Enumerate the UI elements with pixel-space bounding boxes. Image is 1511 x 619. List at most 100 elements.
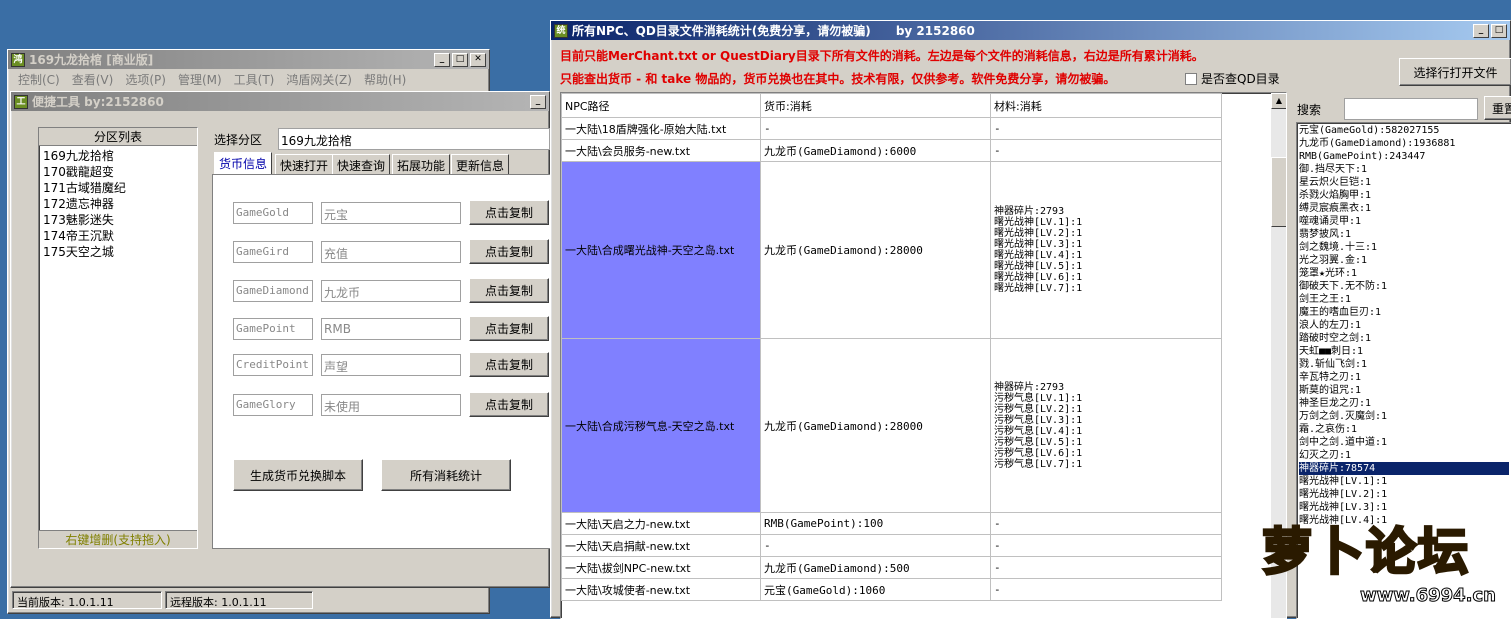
reset-button[interactable]: 重置 — [1484, 96, 1511, 120]
currency-code-field[interactable]: GamePoint — [233, 318, 313, 340]
totals-item[interactable]: 星云炽火巨铠:1 — [1299, 176, 1509, 189]
menu-gateway[interactable]: 鸿盾网关(Z) — [280, 71, 358, 88]
all-stats-button[interactable]: 所有消耗统计 — [381, 459, 511, 491]
currency-code-field[interactable]: GameDiamond — [233, 280, 313, 302]
currency-cell[interactable]: 元宝(GameGold):1060 — [760, 578, 991, 601]
totals-item[interactable]: 笼罩★光环:1 — [1299, 267, 1509, 280]
stats-title-bar[interactable]: 统 所有NPC、QD目录文件消耗统计(免费分享，请勿被骗) by 2152860… — [551, 21, 1510, 40]
close-button[interactable]: ✕ — [470, 52, 486, 67]
currency-name-field[interactable]: RMB — [321, 318, 461, 340]
partition-item[interactable]: 172遗忘神器 — [43, 196, 193, 212]
materials-cell[interactable]: - — [990, 117, 1222, 140]
table-row[interactable]: 一大陆\攻城使者-new.txt 元宝(GameGold):1060 - — [561, 578, 1222, 601]
materials-cell[interactable]: 神器碎片:2793 污秽气息[LV.1]:1 污秽气息[LV.2]:1 污秽气息… — [990, 338, 1222, 513]
copy-button[interactable]: 点击复制 — [469, 239, 549, 264]
menu-tools[interactable]: 工具(T) — [228, 71, 281, 88]
totals-item[interactable]: 御破天下.无不防:1 — [1299, 280, 1509, 293]
currency-name-field[interactable]: 九龙币 — [321, 280, 461, 302]
maximize-button[interactable]: □ — [452, 52, 468, 67]
stats-maximize-button[interactable]: □ — [1491, 23, 1507, 38]
totals-item[interactable]: 九龙币(GameDiamond):1936881 — [1299, 137, 1509, 150]
currency-code-field[interactable]: GameGird — [233, 241, 313, 263]
menu-options[interactable]: 选项(P) — [119, 71, 172, 88]
currency-cell[interactable]: 九龙币(GameDiamond):6000 — [760, 139, 991, 162]
totals-item[interactable]: 魔王的嗜血巨刃:1 — [1299, 306, 1509, 319]
currency-name-field[interactable]: 充值 — [321, 241, 461, 263]
currency-cell[interactable]: - — [760, 117, 991, 140]
menu-manage[interactable]: 管理(M) — [172, 71, 228, 88]
partition-item[interactable]: 169九龙拾棺 — [43, 148, 193, 164]
table-row[interactable]: 一大陆\拔剑NPC-new.txt 九龙币(GameDiamond):500 - — [561, 556, 1222, 579]
tab-updates[interactable]: 更新信息 — [451, 154, 510, 174]
copy-button[interactable]: 点击复制 — [469, 200, 549, 225]
currency-name-field[interactable]: 声望 — [321, 354, 461, 376]
totals-item[interactable]: RMB(GamePoint):243447 — [1299, 150, 1509, 163]
column-header[interactable]: 材料:消耗 — [990, 93, 1222, 118]
totals-item[interactable]: 噬魂诵灵甲:1 — [1299, 215, 1509, 228]
currency-cell[interactable]: 九龙币(GameDiamond):28000 — [760, 161, 991, 339]
materials-cell[interactable]: - — [990, 139, 1222, 162]
npc-path-cell[interactable]: 一大陆\合成污秽气息-天空之岛.txt — [561, 338, 761, 513]
stats-minimize-button[interactable]: _ — [1473, 23, 1489, 38]
table-row[interactable]: 一大陆\18盾牌强化-原始大陆.txt - - — [561, 117, 1222, 140]
generate-script-button[interactable]: 生成货币兑换脚本 — [233, 459, 363, 491]
totals-item[interactable]: 斯莫的诅咒:1 — [1299, 384, 1509, 397]
totals-item[interactable]: 踏破时空之剑:1 — [1299, 332, 1509, 345]
totals-item[interactable]: 神器碎片:78574 — [1299, 462, 1509, 475]
partition-item[interactable]: 175天空之城 — [43, 244, 193, 260]
totals-item[interactable]: 御.挡尽天下:1 — [1299, 163, 1509, 176]
npc-path-cell[interactable]: 一大陆\攻城使者-new.txt — [561, 578, 761, 601]
npc-path-cell[interactable]: 一大陆\合成曙光战神-天空之岛.txt — [561, 161, 761, 339]
tab-currency-info[interactable]: 货币信息 — [214, 152, 273, 174]
scroll-thumb[interactable] — [1271, 157, 1286, 227]
copy-button[interactable]: 点击复制 — [469, 392, 549, 417]
npc-path-cell[interactable]: 一大陆\会员服务-new.txt — [561, 139, 761, 162]
tab-quick-query[interactable]: 快速查询 — [332, 154, 391, 174]
menu-view[interactable]: 查看(V) — [66, 71, 120, 88]
copy-button[interactable]: 点击复制 — [469, 278, 549, 303]
open-file-button[interactable]: 选择行打开文件 — [1399, 58, 1511, 86]
partition-item[interactable]: 173魅影迷失 — [43, 212, 193, 228]
totals-item[interactable]: 剑王之王:1 — [1299, 293, 1509, 306]
currency-cell[interactable]: 九龙币(GameDiamond):28000 — [760, 338, 991, 513]
materials-cell[interactable]: - — [990, 578, 1222, 601]
minimize-button[interactable]: _ — [434, 52, 450, 67]
totals-item[interactable]: 剑之魏境.十三:1 — [1299, 241, 1509, 254]
tools-minimize-button[interactable]: _ — [530, 94, 546, 109]
totals-item[interactable]: 万剑之剑.灭魔剑:1 — [1299, 410, 1509, 423]
totals-item[interactable]: 霜.之哀伤:1 — [1299, 423, 1509, 436]
currency-name-field[interactable]: 未使用 — [321, 394, 461, 416]
partition-item[interactable]: 174帝王沉默 — [43, 228, 193, 244]
totals-item[interactable]: 曙光战神[LV.2]:1 — [1299, 488, 1509, 501]
totals-item[interactable]: 曙光战神[LV.3]:1 — [1299, 501, 1509, 514]
select-partition-input[interactable]: 169九龙拾棺 — [278, 128, 550, 150]
table-row[interactable]: 一大陆\会员服务-new.txt 九龙币(GameDiamond):6000 - — [561, 139, 1222, 162]
currency-code-field[interactable]: CreditPoint — [233, 354, 313, 376]
column-header[interactable]: 货币:消耗 — [760, 93, 991, 118]
table-row[interactable]: 一大陆\天启之力-new.txt RMB(GamePoint):100 - — [561, 512, 1222, 535]
npc-path-cell[interactable]: 一大陆\18盾牌强化-原始大陆.txt — [561, 117, 761, 140]
currency-code-field[interactable]: GameGlory — [233, 394, 313, 416]
table-row[interactable]: 一大陆\合成污秽气息-天空之岛.txt 九龙币(GameDiamond):280… — [561, 338, 1222, 513]
table-row[interactable]: 一大陆\天启捐献-new.txt - - — [561, 534, 1222, 557]
currency-cell[interactable]: 九龙币(GameDiamond):500 — [760, 556, 991, 579]
npc-path-cell[interactable]: 一大陆\天启捐献-new.txt — [561, 534, 761, 557]
currency-cell[interactable]: RMB(GamePoint):100 — [760, 512, 991, 535]
npc-path-cell[interactable]: 一大陆\拔剑NPC-new.txt — [561, 556, 761, 579]
totals-item[interactable]: 杀戮火焰胸甲:1 — [1299, 189, 1509, 202]
tools-title-bar[interactable]: 工 便捷工具 by:2152860 _ — [11, 92, 549, 111]
totals-item[interactable]: 曙光战神[LV.1]:1 — [1299, 475, 1509, 488]
currency-name-field[interactable]: 元宝 — [321, 202, 461, 224]
totals-item[interactable]: 剑中之剑.道中道:1 — [1299, 436, 1509, 449]
checkbox-box[interactable] — [1185, 72, 1197, 85]
totals-item[interactable]: 戮.斩仙飞剑:1 — [1299, 358, 1509, 371]
totals-item[interactable]: 浪人的左刀:1 — [1299, 319, 1509, 332]
materials-cell[interactable]: - — [990, 534, 1222, 557]
partition-item[interactable]: 171古域猎魔纪 — [43, 180, 193, 196]
menu-help[interactable]: 帮助(H) — [358, 71, 412, 88]
totals-item[interactable]: 天虹■■刺日:1 — [1299, 345, 1509, 358]
totals-item[interactable]: 缚灵宸痕黑衣:1 — [1299, 202, 1509, 215]
totals-item[interactable]: 翡梦披风:1 — [1299, 228, 1509, 241]
npc-path-cell[interactable]: 一大陆\天启之力-new.txt — [561, 512, 761, 535]
table-row[interactable]: 一大陆\合成曙光战神-天空之岛.txt 九龙币(GameDiamond):280… — [561, 161, 1222, 339]
